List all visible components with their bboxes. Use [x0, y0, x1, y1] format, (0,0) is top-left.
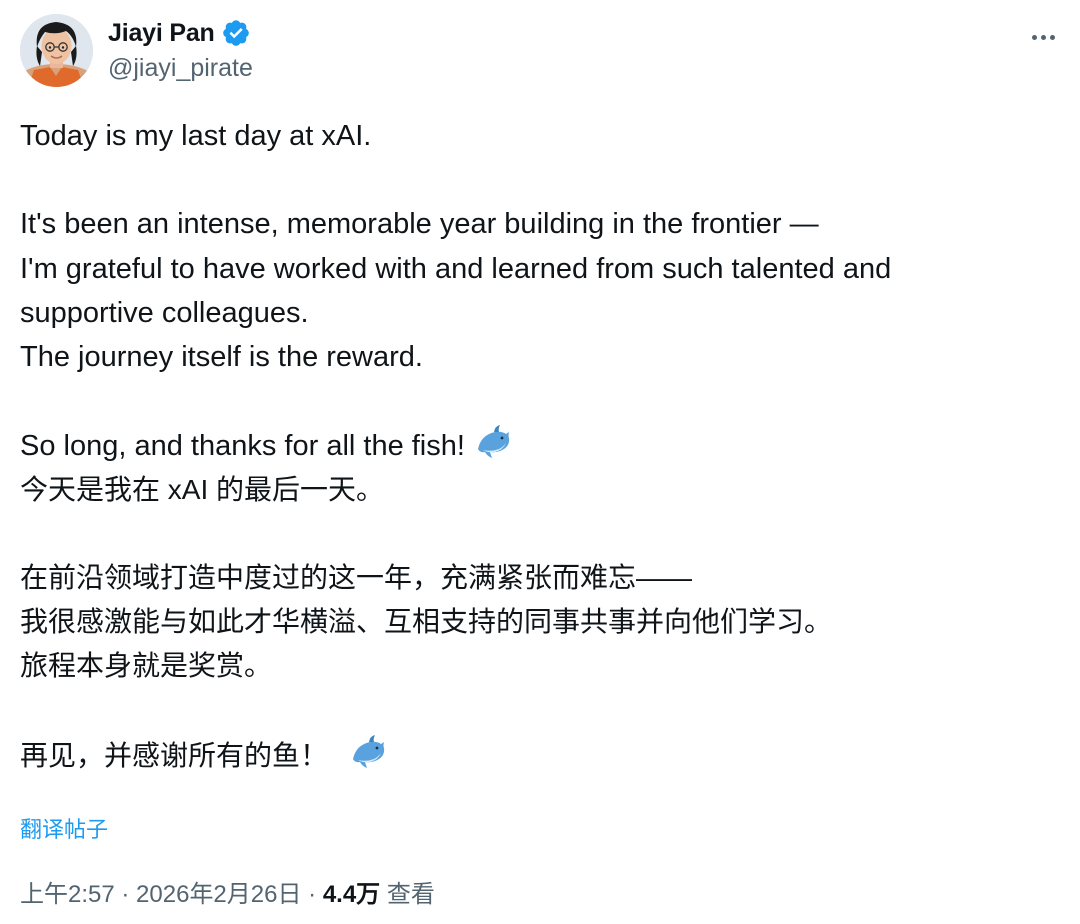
dolphin-emoji-icon	[353, 734, 385, 768]
tweet-line: I'm grateful to have worked with and lea…	[20, 252, 892, 285]
tweet-line-with-emoji: So long, and thanks for all the fish!	[20, 423, 1060, 467]
tweet-date[interactable]: 2026年2月26日	[136, 881, 301, 908]
more-options-icon[interactable]	[1026, 24, 1060, 50]
tweet-line: 再见，并感谢所有的鱼！	[20, 739, 329, 771]
tweet-line: 在前沿领域打造中度过的这一年，充满紧张而难忘——	[20, 561, 693, 593]
tweet-metadata: 上午2:57 · 2026年2月26日 · 4.4万 查看	[20, 874, 435, 909]
more-dot	[1049, 34, 1055, 40]
author-display-name[interactable]: Jiayi Pan	[108, 19, 215, 48]
tweet-line: supportive colleagues.	[20, 296, 309, 329]
tweet-line-with-emoji: 再见，并感谢所有的鱼！	[20, 733, 1060, 777]
tweet-line: 我很感激能与如此才华横溢、互相支持的同事共事并向他们学习。	[20, 606, 833, 638]
more-dot	[1031, 34, 1037, 40]
avatar[interactable]	[20, 14, 93, 87]
tweet-header: Jiayi Pan @jiayi_pirate	[20, 14, 1060, 90]
tweet-line: Today is my last day at xAI.	[20, 120, 372, 152]
tweet-line: The journey itself is the reward.	[20, 340, 423, 373]
tweet-line: 旅程本身就是奖赏。	[20, 650, 273, 682]
meta-separator: ·	[301, 881, 323, 908]
dolphin-emoji-icon	[477, 425, 510, 459]
views-count[interactable]: 4.4万	[323, 881, 380, 908]
more-dot	[1040, 34, 1046, 40]
tweet-time[interactable]: 上午2:57	[20, 881, 115, 908]
verified-badge-icon	[222, 20, 249, 46]
tweet-text: Today is my last day at xAI. It's been a…	[20, 114, 1060, 777]
translate-post-link[interactable]: 翻译帖子	[20, 812, 108, 844]
author-name-row: Jiayi Pan	[108, 16, 251, 50]
meta-separator: ·	[114, 881, 137, 908]
tweet-line: It's been an intense, memorable year bui…	[20, 208, 819, 241]
tweet-line: 今天是我在 xAI 的最后一天。	[20, 473, 385, 505]
author-handle[interactable]: @jiayi_pirate	[108, 54, 253, 83]
tweet-line: So long, and thanks for all the fish!	[20, 430, 465, 463]
views-label: 查看	[380, 881, 435, 908]
avatar-image	[20, 14, 93, 87]
